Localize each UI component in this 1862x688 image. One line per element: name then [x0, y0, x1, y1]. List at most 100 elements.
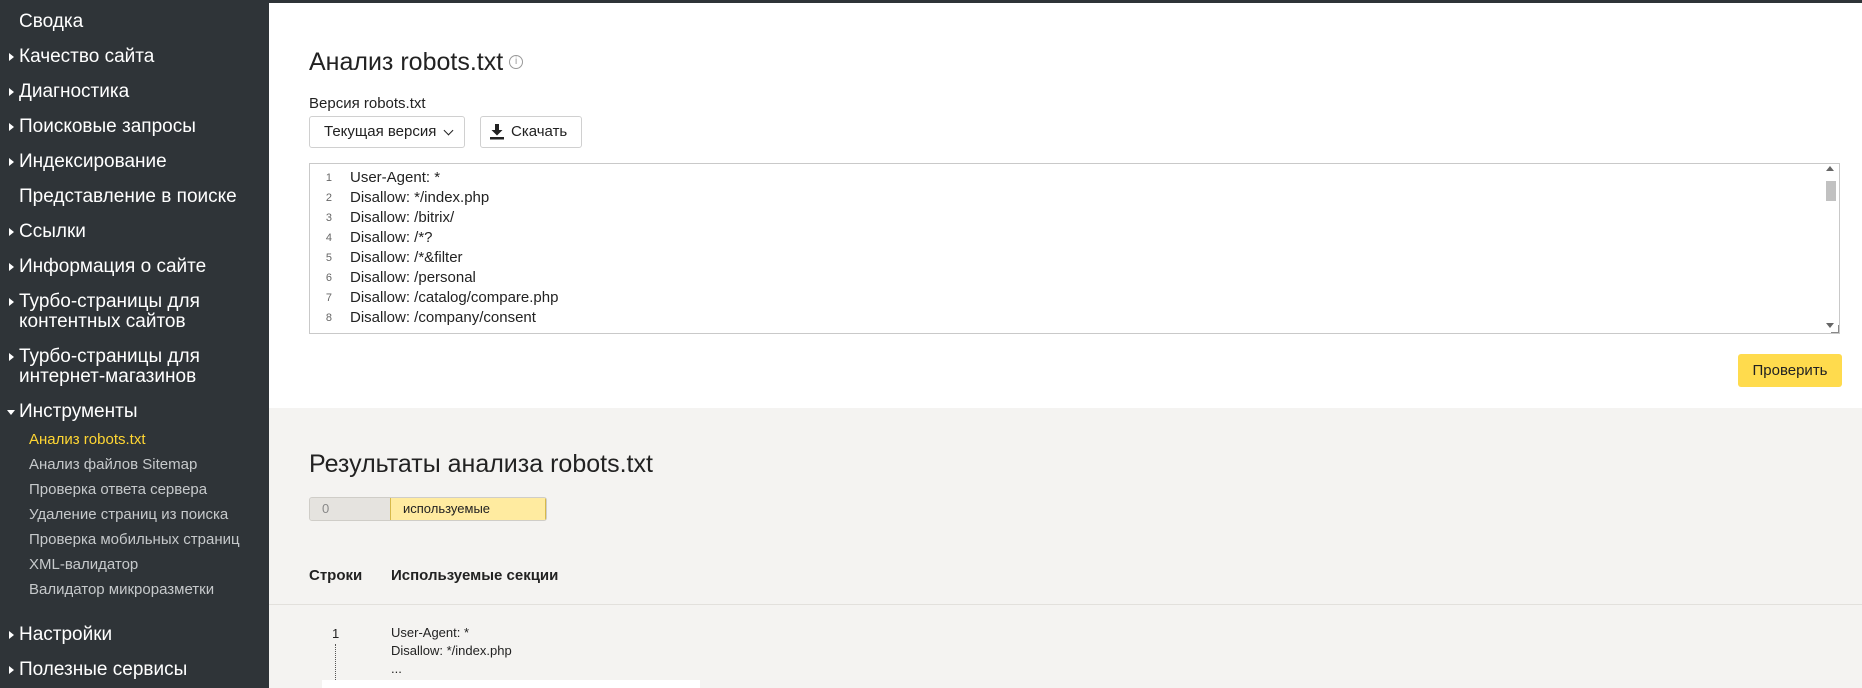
result-row-panel: [322, 680, 700, 688]
caret-right-icon: [9, 263, 14, 271]
sidebar-item-search-appearance[interactable]: Представление в поиске: [0, 187, 269, 207]
sidebar-subitem-xml-validator[interactable]: XML-валидатор: [29, 556, 138, 574]
line-number: 1: [325, 172, 332, 184]
check-button[interactable]: Проверить: [1738, 354, 1842, 387]
caret-down-icon: [7, 410, 15, 415]
download-button-label: Скачать: [511, 123, 568, 140]
line-code: Disallow: /*&filter: [350, 249, 463, 266]
result-section-line: User-Agent: *: [391, 625, 470, 640]
line-number: 6: [325, 272, 332, 284]
page-title-text: Анализ robots.txt: [309, 48, 504, 76]
results-tabs: 0 ошибок используемые строки: [309, 497, 547, 521]
sidebar-item-diagnostics[interactable]: Диагностика: [0, 82, 269, 102]
tab-errors[interactable]: 0 ошибок: [310, 498, 390, 520]
sidebar-item-label: Турбо-страницы для: [19, 291, 200, 312]
sidebar-subitem-remove-pages[interactable]: Удаление страниц из поиска: [29, 506, 228, 524]
sidebar-item-label: Полезные сервисы: [19, 659, 188, 680]
sidebar-subitem-robots-analysis[interactable]: Анализ robots.txt: [29, 431, 146, 449]
sidebar-item-label-line2: контентных сайтов: [19, 311, 186, 332]
result-section-line: Disallow: */index.php: [391, 643, 512, 658]
sidebar-item-turbo-shops[interactable]: Турбо-страницы для интернет-магазинов: [0, 347, 269, 387]
sidebar-subitem-server-response[interactable]: Проверка ответа сервера: [29, 481, 207, 499]
sidebar-item-links[interactable]: Ссылки: [0, 222, 269, 242]
caret-right-icon: [9, 298, 14, 306]
sidebar-item-search-queries[interactable]: Поисковые запросы: [0, 117, 269, 137]
caret-right-icon: [9, 666, 14, 674]
sidebar-item-label-line2: интернет-магазинов: [19, 366, 197, 387]
download-button[interactable]: Скачать: [480, 116, 582, 148]
version-select-value: Текущая версия: [324, 123, 437, 140]
scroll-up-icon[interactable]: [1826, 166, 1834, 171]
sidebar-item-label: Инструменты: [19, 401, 138, 422]
sidebar-item-indexing[interactable]: Индексирование: [0, 152, 269, 172]
caret-right-icon: [9, 353, 14, 361]
page-title: Анализ robots.txt i: [309, 47, 524, 77]
sidebar-item-summary[interactable]: Сводка: [0, 12, 269, 32]
caret-right-icon: [9, 88, 14, 96]
version-select[interactable]: Текущая версия: [309, 116, 465, 148]
sidebar-item-site-info[interactable]: Информация о сайте: [0, 257, 269, 277]
sidebar-item-label: Сводка: [19, 11, 84, 32]
line-number: 4: [325, 232, 332, 244]
line-code: Disallow: /catalog/compare.php: [350, 289, 559, 306]
robots-editor[interactable]: 1 User-Agent: * 2 Disallow: */index.php 3 D…: [309, 163, 1840, 334]
caret-right-icon: [9, 158, 14, 166]
sidebar-subitem-sitemap-analysis[interactable]: Анализ файлов Sitemap: [29, 456, 197, 474]
sidebar-item-turbo-content[interactable]: Турбо-страницы для контентных сайтов: [0, 292, 269, 332]
editor-line: 2 Disallow: */index.php: [310, 188, 1810, 208]
caret-right-icon: [9, 631, 14, 639]
sidebar-item-label: Информация о сайте: [19, 256, 207, 277]
editor-line: 3 Disallow: /bitrix/: [310, 208, 1810, 228]
editor-line: 8 Disallow: /company/consent: [310, 308, 1810, 328]
sidebar-item-label: Турбо-страницы для: [19, 346, 200, 367]
results-title: Результаты анализа robots.txt: [309, 450, 653, 478]
editor-line: 5 Disallow: /*&filter: [310, 248, 1810, 268]
line-code: Disallow: /personal: [350, 269, 476, 286]
line-code: Disallow: */index.php: [350, 189, 490, 206]
editor-line: 7 Disallow: /catalog/compare.php: [310, 288, 1810, 308]
editor-line: 6 Disallow: /personal: [310, 268, 1810, 288]
info-icon[interactable]: i: [509, 54, 524, 69]
line-code: Disallow: /company/consent: [350, 309, 536, 326]
sidebar-item-label: Ссылки: [19, 221, 86, 242]
sidebar-item-label: Представление в поиске: [19, 186, 237, 207]
resize-handle[interactable]: [1831, 325, 1839, 333]
scroll-thumb[interactable]: [1826, 181, 1836, 201]
caret-right-icon: [9, 123, 14, 131]
caret-right-icon: [9, 53, 14, 61]
download-icon: [490, 124, 504, 140]
divider: [269, 604, 1862, 605]
result-line-connector: [335, 644, 336, 684]
line-number: 3: [325, 212, 332, 224]
line-code: Disallow: /bitrix/: [350, 209, 455, 226]
column-header-sections: Используемые секции: [391, 567, 559, 584]
tab-used-lines[interactable]: используемые строки: [390, 498, 546, 520]
sidebar-item-label: Диагностика: [19, 81, 130, 102]
line-code: Disallow: /*?: [350, 229, 433, 246]
sidebar-item-label: Индексирование: [19, 151, 167, 172]
version-label: Версия robots.txt: [309, 95, 426, 112]
sidebar-subitem-microdata-validator[interactable]: Валидатор микроразметки: [29, 581, 214, 599]
editor-line: 1 User-Agent: *: [310, 168, 1810, 188]
line-number: 5: [325, 252, 332, 264]
robots-editor-panel: Анализ robots.txt i Версия robots.txt Тек…: [269, 0, 1862, 408]
line-number: 7: [325, 292, 332, 304]
sidebar: Сводка Качество сайта Диагностика Поиско…: [0, 0, 269, 688]
result-line-number[interactable]: 1: [332, 626, 339, 641]
result-section-ellipsis: ...: [391, 661, 402, 676]
caret-right-icon: [9, 228, 14, 236]
chevron-down-icon: [443, 125, 454, 136]
sidebar-item-label: Поисковые запросы: [19, 116, 196, 137]
sidebar-item-settings[interactable]: Настройки: [0, 625, 269, 645]
editor-line: 4 Disallow: /*?: [310, 228, 1810, 248]
line-number: 2: [325, 192, 332, 204]
sidebar-item-tools[interactable]: Инструменты: [0, 402, 269, 422]
sidebar-item-useful-services[interactable]: Полезные сервисы: [0, 660, 269, 680]
sidebar-item-site-quality[interactable]: Качество сайта: [0, 47, 269, 67]
editor-scrollbar[interactable]: [1823, 166, 1837, 328]
line-number: 8: [325, 312, 332, 324]
sidebar-item-label: Настройки: [19, 624, 113, 645]
sidebar-item-label: Качество сайта: [19, 46, 155, 67]
column-header-lines: Строки: [309, 567, 363, 584]
sidebar-subitem-mobile-check[interactable]: Проверка мобильных страниц: [29, 531, 240, 549]
